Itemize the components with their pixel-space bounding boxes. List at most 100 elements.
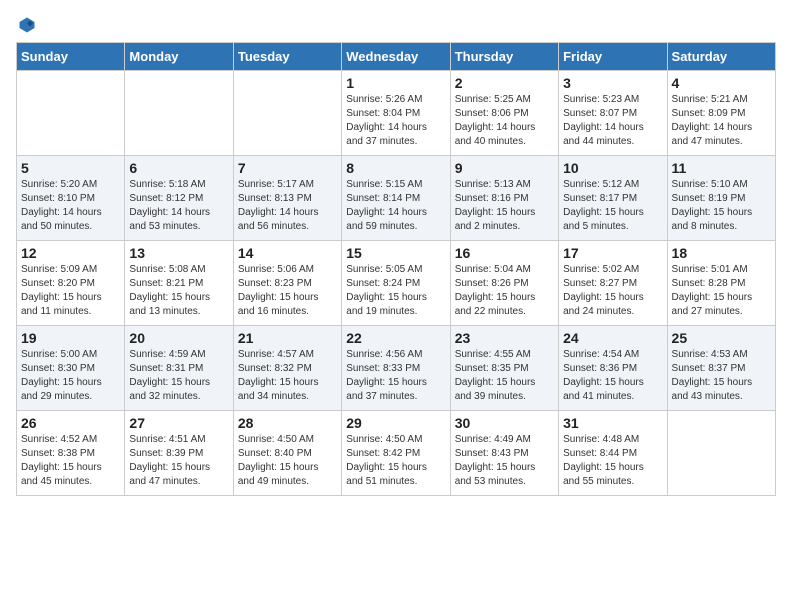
calendar-cell: 26 Sunrise: 4:52 AM Sunset: 8:38 PM Dayli… <box>17 411 125 496</box>
day-number: 23 <box>455 330 554 346</box>
day-number: 5 <box>21 160 120 176</box>
calendar-cell: 23Sunrise: 4:55 AM Sunset: 8:35 PM Dayli… <box>450 326 558 411</box>
calendar-cell: 25Sunrise: 4:53 AM Sunset: 8:37 PM Dayli… <box>667 326 775 411</box>
calendar-week-1: 1 Sunrise: 5:26 AM Sunset: 8:04 PM Daylig… <box>17 71 776 156</box>
calendar-cell: 18 Sunrise: 5:01 AM Sunset: 8:28 PM Dayli… <box>667 241 775 326</box>
calendar-cell: 22Sunrise: 4:56 AM Sunset: 8:33 PM Dayli… <box>342 326 450 411</box>
calendar-cell: 27 Sunrise: 4:51 AM Sunset: 8:39 PM Dayli… <box>125 411 233 496</box>
day-number: 28 <box>238 415 337 431</box>
calendar-header-sunday: Sunday <box>17 43 125 71</box>
day-number: 20 <box>129 330 228 346</box>
day-info: Sunrise: 5:12 AM Sunset: 8:17 PM Dayligh… <box>563 178 662 234</box>
day-number: 17 <box>563 245 662 261</box>
calendar-cell <box>667 411 775 496</box>
day-info: Sunrise: 5:17 AM Sunset: 8:13 PM Dayligh… <box>238 178 337 234</box>
calendar-cell <box>125 71 233 156</box>
day-number: 11 <box>672 160 771 176</box>
day-info: Sunrise: 4:56 AM Sunset: 8:33 PM Dayligh… <box>346 348 445 404</box>
calendar-cell: 11 Sunrise: 5:10 AM Sunset: 8:19 PM Dayli… <box>667 156 775 241</box>
page-header <box>16 16 776 34</box>
day-number: 4 <box>672 75 771 91</box>
day-number: 10 <box>563 160 662 176</box>
day-number: 6 <box>129 160 228 176</box>
day-info: Sunrise: 5:13 AM Sunset: 8:16 PM Dayligh… <box>455 178 554 234</box>
calendar-cell: 28 Sunrise: 4:50 AM Sunset: 8:40 PM Dayli… <box>233 411 341 496</box>
logo-icon <box>18 16 36 34</box>
day-number: 8 <box>346 160 445 176</box>
day-info: Sunrise: 4:50 AM Sunset: 8:42 PM Dayligh… <box>346 433 445 489</box>
day-info: Sunrise: 4:59 AM Sunset: 8:31 PM Dayligh… <box>129 348 228 404</box>
calendar-cell: 24 Sunrise: 4:54 AM Sunset: 8:36 PM Dayli… <box>559 326 667 411</box>
day-number: 27 <box>129 415 228 431</box>
day-number: 13 <box>129 245 228 261</box>
day-number: 18 <box>672 245 771 261</box>
calendar-cell: 1 Sunrise: 5:26 AM Sunset: 8:04 PM Daylig… <box>342 71 450 156</box>
calendar-header-tuesday: Tuesday <box>233 43 341 71</box>
calendar-cell: 7 Sunrise: 5:17 AM Sunset: 8:13 PM Daylig… <box>233 156 341 241</box>
calendar-header-saturday: Saturday <box>667 43 775 71</box>
calendar-cell: 4 Sunrise: 5:21 AM Sunset: 8:09 PM Daylig… <box>667 71 775 156</box>
calendar-cell: 3 Sunrise: 5:23 AM Sunset: 8:07 PM Daylig… <box>559 71 667 156</box>
day-info: Sunrise: 4:52 AM Sunset: 8:38 PM Dayligh… <box>21 433 120 489</box>
day-info: Sunrise: 5:01 AM Sunset: 8:28 PM Dayligh… <box>672 263 771 319</box>
day-info: Sunrise: 5:18 AM Sunset: 8:12 PM Dayligh… <box>129 178 228 234</box>
day-number: 29 <box>346 415 445 431</box>
day-info: Sunrise: 4:50 AM Sunset: 8:40 PM Dayligh… <box>238 433 337 489</box>
calendar-header-monday: Monday <box>125 43 233 71</box>
day-number: 15 <box>346 245 445 261</box>
calendar-header-wednesday: Wednesday <box>342 43 450 71</box>
day-info: Sunrise: 5:09 AM Sunset: 8:20 PM Dayligh… <box>21 263 120 319</box>
calendar-week-3: 12 Sunrise: 5:09 AM Sunset: 8:20 PM Dayli… <box>17 241 776 326</box>
calendar-cell: 5Sunrise: 5:20 AM Sunset: 8:10 PM Daylig… <box>17 156 125 241</box>
day-info: Sunrise: 5:26 AM Sunset: 8:04 PM Dayligh… <box>346 93 445 149</box>
calendar-cell: 16Sunrise: 5:04 AM Sunset: 8:26 PM Dayli… <box>450 241 558 326</box>
day-number: 14 <box>238 245 337 261</box>
calendar-cell <box>17 71 125 156</box>
day-number: 1 <box>346 75 445 91</box>
day-number: 7 <box>238 160 337 176</box>
calendar-cell: 19 Sunrise: 5:00 AM Sunset: 8:30 PM Dayli… <box>17 326 125 411</box>
calendar-cell: 15 Sunrise: 5:05 AM Sunset: 8:24 PM Dayli… <box>342 241 450 326</box>
day-number: 16 <box>455 245 554 261</box>
day-number: 19 <box>21 330 120 346</box>
calendar-cell: 20 Sunrise: 4:59 AM Sunset: 8:31 PM Dayli… <box>125 326 233 411</box>
calendar-cell: 14 Sunrise: 5:06 AM Sunset: 8:23 PM Dayli… <box>233 241 341 326</box>
day-info: Sunrise: 4:48 AM Sunset: 8:44 PM Dayligh… <box>563 433 662 489</box>
calendar-table: SundayMondayTuesdayWednesdayThursdayFrid… <box>16 42 776 496</box>
day-info: Sunrise: 5:00 AM Sunset: 8:30 PM Dayligh… <box>21 348 120 404</box>
day-number: 25 <box>672 330 771 346</box>
day-info: Sunrise: 4:51 AM Sunset: 8:39 PM Dayligh… <box>129 433 228 489</box>
day-info: Sunrise: 5:25 AM Sunset: 8:06 PM Dayligh… <box>455 93 554 149</box>
calendar-cell: 13 Sunrise: 5:08 AM Sunset: 8:21 PM Dayli… <box>125 241 233 326</box>
calendar-cell <box>233 71 341 156</box>
day-number: 2 <box>455 75 554 91</box>
day-number: 26 <box>21 415 120 431</box>
calendar-cell: 6 Sunrise: 5:18 AM Sunset: 8:12 PM Daylig… <box>125 156 233 241</box>
day-info: Sunrise: 4:54 AM Sunset: 8:36 PM Dayligh… <box>563 348 662 404</box>
day-info: Sunrise: 5:15 AM Sunset: 8:14 PM Dayligh… <box>346 178 445 234</box>
day-info: Sunrise: 5:06 AM Sunset: 8:23 PM Dayligh… <box>238 263 337 319</box>
day-info: Sunrise: 5:05 AM Sunset: 8:24 PM Dayligh… <box>346 263 445 319</box>
calendar-cell: 29 Sunrise: 4:50 AM Sunset: 8:42 PM Dayli… <box>342 411 450 496</box>
day-number: 3 <box>563 75 662 91</box>
day-number: 24 <box>563 330 662 346</box>
day-number: 31 <box>563 415 662 431</box>
day-info: Sunrise: 5:10 AM Sunset: 8:19 PM Dayligh… <box>672 178 771 234</box>
logo <box>16 16 36 34</box>
calendar-header-thursday: Thursday <box>450 43 558 71</box>
day-info: Sunrise: 5:21 AM Sunset: 8:09 PM Dayligh… <box>672 93 771 149</box>
calendar-week-4: 19 Sunrise: 5:00 AM Sunset: 8:30 PM Dayli… <box>17 326 776 411</box>
day-info: Sunrise: 5:02 AM Sunset: 8:27 PM Dayligh… <box>563 263 662 319</box>
day-number: 9 <box>455 160 554 176</box>
calendar-cell: 17 Sunrise: 5:02 AM Sunset: 8:27 PM Dayli… <box>559 241 667 326</box>
day-info: Sunrise: 5:23 AM Sunset: 8:07 PM Dayligh… <box>563 93 662 149</box>
calendar-cell: 10 Sunrise: 5:12 AM Sunset: 8:17 PM Dayli… <box>559 156 667 241</box>
day-number: 12 <box>21 245 120 261</box>
day-info: Sunrise: 4:57 AM Sunset: 8:32 PM Dayligh… <box>238 348 337 404</box>
day-info: Sunrise: 5:08 AM Sunset: 8:21 PM Dayligh… <box>129 263 228 319</box>
calendar-cell: 12 Sunrise: 5:09 AM Sunset: 8:20 PM Dayli… <box>17 241 125 326</box>
calendar-header-row: SundayMondayTuesdayWednesdayThursdayFrid… <box>17 43 776 71</box>
calendar-cell: 9 Sunrise: 5:13 AM Sunset: 8:16 PM Daylig… <box>450 156 558 241</box>
calendar-week-5: 26 Sunrise: 4:52 AM Sunset: 8:38 PM Dayli… <box>17 411 776 496</box>
calendar-header-friday: Friday <box>559 43 667 71</box>
